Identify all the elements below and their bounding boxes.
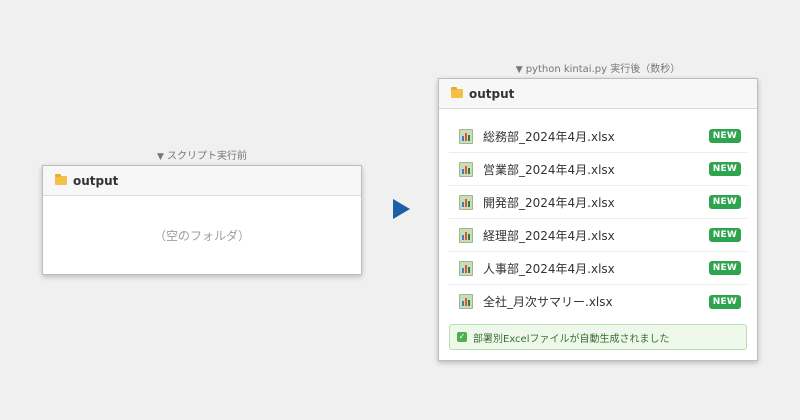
xlsx-file-icon [459, 128, 473, 144]
file-name: 総務部_2024年4月.xlsx [483, 129, 615, 144]
xlsx-file-icon [459, 161, 473, 177]
file-list: 総務部_2024年4月.xlsx NEW 営業部_2024年4月.xlsx NE… [449, 120, 747, 318]
new-badge: NEW [708, 261, 741, 275]
folder-icon [451, 87, 463, 98]
before-caption-text: スクリプト実行前 [166, 151, 247, 162]
triangle-down-icon: ▼ [157, 152, 164, 162]
after-caption: ▼ python kintai.py 実行後（数秒） [438, 60, 758, 75]
new-badge: NEW [708, 129, 741, 143]
triangle-down-icon: ▼ [515, 65, 523, 75]
file-name: 開発部_2024年4月.xlsx [483, 195, 615, 210]
before-folder-window: output （空のフォルダ） [42, 165, 362, 275]
status-bar: ✓ 部署別Excelファイルが自動生成されました [449, 324, 747, 350]
after-folder-window: output 総務部_2024年4月.xlsx NEW 営業部_2024年4月.… [438, 78, 758, 361]
file-name: 営業部_2024年4月.xlsx [483, 162, 615, 177]
empty-folder-text: （空のフォルダ） [153, 229, 250, 243]
file-name: 経理部_2024年4月.xlsx [483, 228, 615, 243]
xlsx-file-icon [459, 194, 473, 210]
file-row[interactable]: 営業部_2024年4月.xlsx NEW [449, 153, 747, 186]
file-name: 人事部_2024年4月.xlsx [483, 261, 615, 276]
new-badge: NEW [708, 228, 741, 242]
before-caption: ▼ スクリプト実行前 [42, 147, 362, 162]
xlsx-file-icon [459, 294, 473, 309]
xlsx-file-icon [459, 260, 473, 276]
new-badge: NEW [708, 195, 741, 209]
file-name: 全社_月次サマリー.xlsx [483, 295, 613, 309]
before-window-title: output [73, 173, 119, 188]
new-badge: NEW [708, 294, 741, 309]
before-window-header: output [43, 166, 361, 196]
after-window-header: output [439, 79, 757, 109]
file-row[interactable]: 人事部_2024年4月.xlsx NEW [449, 252, 747, 285]
folder-icon [55, 174, 67, 185]
xlsx-file-icon [459, 227, 473, 243]
file-row[interactable]: 開発部_2024年4月.xlsx NEW [449, 186, 747, 219]
after-caption-text: python kintai.py 実行後（数秒） [525, 64, 681, 75]
file-row[interactable]: 経理部_2024年4月.xlsx NEW [449, 219, 747, 252]
file-row[interactable]: 総務部_2024年4月.xlsx NEW [449, 120, 747, 153]
new-badge: NEW [708, 162, 741, 176]
file-row[interactable]: 全社_月次サマリー.xlsx NEW [449, 285, 747, 318]
arrow-right-icon [393, 199, 410, 219]
after-window-title: output [469, 86, 515, 101]
status-text: 部署別Excelファイルが自動生成されました [473, 333, 670, 345]
check-icon: ✓ [457, 332, 467, 342]
